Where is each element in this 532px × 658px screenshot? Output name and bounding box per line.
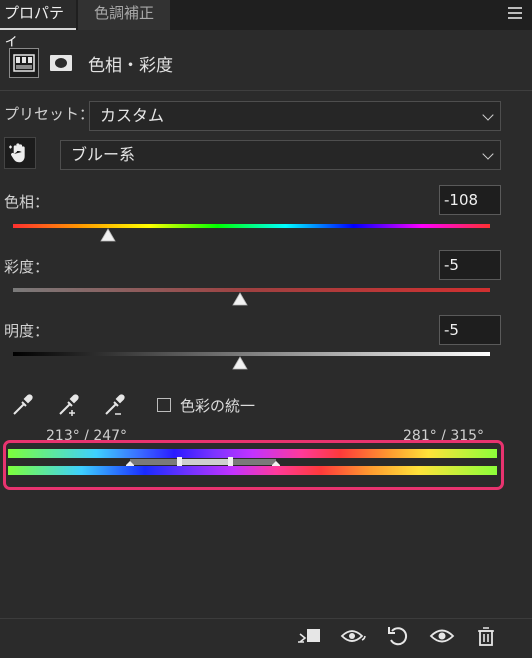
panel-title: 色相・彩度 xyxy=(88,56,173,76)
output-color-bar xyxy=(8,466,497,475)
hue-saturation-adjustment-icon[interactable] xyxy=(9,48,39,78)
range-right-handle[interactable] xyxy=(228,457,233,466)
range-core-bar xyxy=(180,459,230,465)
channel-select[interactable]: ブルー系 xyxy=(60,140,501,170)
lightness-value-field[interactable]: -5 xyxy=(439,315,501,345)
hue-label: 色相： xyxy=(4,193,50,211)
view-previous-state-icon[interactable] xyxy=(340,622,368,650)
lightness-label: 明度： xyxy=(4,322,50,340)
colorize-label: 色彩の統一 xyxy=(180,397,256,415)
range-left-falloff-handle[interactable] xyxy=(126,456,134,471)
chevron-down-icon xyxy=(482,109,494,121)
input-color-bar xyxy=(8,449,497,458)
visibility-eye-icon[interactable] xyxy=(428,622,456,650)
eyedropper-icon[interactable] xyxy=(10,392,36,418)
preset-value: カスタム xyxy=(100,106,165,125)
layer-mask-icon[interactable] xyxy=(46,48,76,78)
saturation-value-field[interactable]: -5 xyxy=(439,250,501,280)
hue-value-field[interactable]: -108 xyxy=(439,185,501,215)
preset-select[interactable]: カスタム xyxy=(89,101,501,131)
eyedropper-subtract-icon[interactable] xyxy=(102,392,128,418)
preset-label: プリセット： xyxy=(4,105,95,123)
hue-slider-track[interactable] xyxy=(13,224,490,228)
targeted-adjustment-tool[interactable] xyxy=(4,137,36,169)
chevron-down-icon xyxy=(482,148,494,160)
lightness-slider-track[interactable] xyxy=(13,352,490,356)
hand-icon xyxy=(9,143,25,163)
trash-icon[interactable] xyxy=(472,622,500,650)
bottom-toolbar-divider xyxy=(0,618,532,619)
eyedropper-add-icon[interactable] xyxy=(56,392,82,418)
range-right-falloff-handle[interactable] xyxy=(272,456,280,471)
tab-properties[interactable]: プロパティ xyxy=(0,0,76,49)
colorize-checkbox[interactable] xyxy=(157,398,171,412)
header-divider xyxy=(0,90,532,91)
channel-value: ブルー系 xyxy=(71,145,136,164)
saturation-label: 彩度： xyxy=(4,258,50,276)
tab-adjustments[interactable]: 色調補正 xyxy=(78,0,170,30)
reset-icon[interactable] xyxy=(384,622,412,650)
panel-tab-bar: プロパティ 色調補正 xyxy=(0,0,532,49)
clip-to-layer-icon[interactable] xyxy=(296,622,324,650)
saturation-slider-track[interactable] xyxy=(13,288,490,292)
range-left-handle[interactable] xyxy=(177,457,182,466)
panel-menu-icon[interactable] xyxy=(508,7,522,21)
